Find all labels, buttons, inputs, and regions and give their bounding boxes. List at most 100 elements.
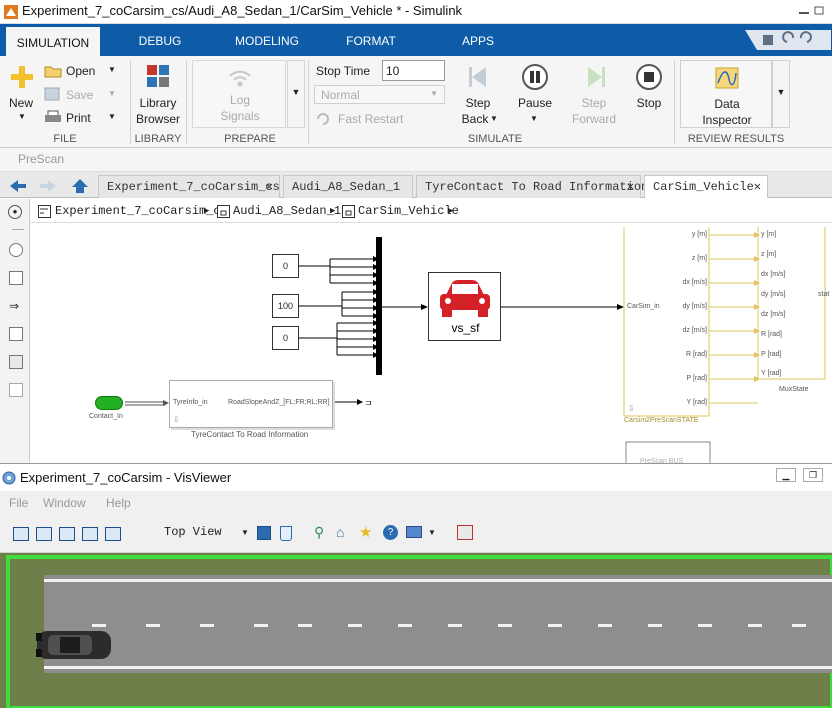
zoom-icon[interactable] [9,243,23,257]
save-icon[interactable] [257,526,271,540]
view-select[interactable]: Top View [164,525,222,539]
mux-state-label: MuxState [779,386,809,393]
delete-icon[interactable] [280,526,292,541]
file-group-label: FILE [53,133,77,145]
tyre-block-name: TyreContact To Road Information [191,430,309,439]
hide-browser-icon[interactable]: ● [8,205,22,219]
menu-file[interactable]: File [9,496,28,510]
visviewer-toolbar: Top View ▼ ⚲ ⌂ ★ ? ▼ [0,515,832,553]
breadcrumb-item[interactable]: CarSim_Vehicle [358,204,459,218]
subsystem-icon [217,205,230,218]
log-signals-line1: Log [229,93,251,107]
breadcrumb: Experiment_7_coCarsim_cs ▶ Audi_A8_Sedan… [30,199,832,223]
library-browser-line2[interactable]: Browser [133,112,183,126]
library-browser-icon[interactable] [146,64,170,88]
vs-sf-block[interactable]: vs_sf [428,272,501,341]
review-dropdown-icon[interactable]: ▼ [772,60,790,128]
tyre-contact-block[interactable]: TyreInfo_in RoadSlopeAndZ_[FL;FR;RL;RR] … [169,380,333,428]
data-inspector-button[interactable]: Data Inspector [680,60,772,128]
close-icon[interactable]: ✕ [266,176,273,198]
arrow-right-icon[interactable]: ⇒ [9,299,19,313]
quick-access-icons[interactable] [745,30,831,50]
help-icon[interactable]: ? [383,525,398,540]
maximize-icon[interactable]: ❐ [803,468,823,482]
sfun-label: vs_sf [451,321,480,335]
step-forward-line1: Step [581,96,607,110]
step-forward-icon [588,67,605,87]
prescan-label[interactable]: PreScan [18,152,64,166]
single-view-icon[interactable] [13,527,29,541]
area-icon[interactable] [9,383,23,397]
close-icon[interactable]: ✕ [754,176,761,198]
constant-block[interactable]: 0 [272,326,299,350]
save-icon [44,87,60,101]
model-canvas[interactable]: 0 100 0 vs_sf CarSim_in y [m] z [m] dx [… [31,224,832,465]
breadcrumb-item[interactable]: Audi_A8_Sedan_1 [233,204,341,218]
split-vertical-icon[interactable] [36,527,52,541]
split-four-icon[interactable] [105,527,121,541]
image-icon[interactable] [9,355,23,369]
mux-block[interactable] [376,237,382,375]
new-dropdown-icon[interactable]: ▼ [18,112,26,121]
print-dropdown-icon[interactable]: ▼ [108,112,116,121]
doc-tab-carsim-vehicle[interactable]: CarSim_Vehicle ✕ [644,175,768,198]
pause-dropdown-icon[interactable]: ▼ [530,114,538,123]
pause-button-label[interactable]: Pause [513,96,557,110]
open-folder-icon[interactable] [44,64,62,78]
new-icon[interactable] [10,64,34,90]
close-icon[interactable]: ✕ [627,176,634,198]
menu-help[interactable]: Help [106,496,131,510]
separator [130,60,131,144]
prepare-dropdown-icon[interactable]: ▼ [287,60,305,128]
library-group-label: LIBRARY [134,133,182,145]
stop-icon[interactable] [636,64,662,90]
chevron-down-icon[interactable]: ▼ [241,528,249,537]
visviewer-3d-scene[interactable] [0,553,832,708]
print-icon[interactable] [44,110,62,124]
menu-window[interactable]: Window [43,496,86,510]
star-icon[interactable]: ★ [359,523,372,541]
contact-in-port[interactable] [95,396,123,410]
open-button[interactable]: Open [66,64,95,78]
chevron-down-icon[interactable]: ▼ [428,528,436,537]
carsim-out-port: P [rad] [686,375,708,382]
monitor-icon[interactable] [406,526,422,538]
step-back-dropdown-icon[interactable]: ▼ [490,114,498,123]
stop-button-label[interactable]: Stop [627,96,671,110]
doc-tab-tyrecontact[interactable]: TyreContact To Road Information ✕ [416,175,648,198]
step-back-icon[interactable] [466,64,492,90]
fit-to-view-icon[interactable] [9,271,23,285]
annotation-icon[interactable] [9,327,23,341]
print-button[interactable]: Print [66,111,91,125]
home-icon[interactable]: ⌂ [336,524,344,540]
constant-block[interactable]: 100 [272,294,299,318]
carsim-out-port: y [m] [691,231,707,238]
save-dropdown-icon: ▼ [108,89,116,98]
record-icon[interactable] [457,525,473,540]
new-button-label[interactable]: New [9,96,33,110]
mux-in-port: z [m] [761,251,777,258]
pin-icon[interactable]: ⚲ [314,524,324,541]
mux-in-port: R [rad] [761,331,783,338]
doc-tab-experiment[interactable]: Experiment_7_coCarsim_cs ✕ [98,175,280,198]
doc-tab-audi[interactable]: Audi_A8_Sedan_1 [283,175,413,198]
step-back-line1[interactable]: Step [456,96,500,110]
pause-icon[interactable] [522,64,548,90]
minimize-icon[interactable] [795,4,827,18]
back-arrow-icon[interactable] [10,180,26,192]
split-three-icon[interactable] [82,527,98,541]
split-horizontal-icon[interactable] [59,527,75,541]
tab-debug[interactable]: DEBUG [126,27,194,56]
constant-block[interactable]: 0 [272,254,299,278]
tab-format[interactable]: FORMAT [336,27,406,56]
tab-simulation[interactable]: SIMULATION [6,27,100,56]
open-dropdown-icon[interactable]: ▼ [108,65,116,74]
breadcrumb-item[interactable]: Experiment_7_coCarsim_cs [55,204,228,218]
library-browser-line1[interactable]: Library [133,96,183,110]
minimize-icon[interactable]: ▁ [776,468,796,482]
tab-modeling[interactable]: MODELING [222,27,312,56]
stop-time-input[interactable]: 10 [382,60,445,81]
tab-apps[interactable]: APPS [448,27,508,56]
up-arrow-icon[interactable] [72,179,88,193]
signal-lines [125,227,826,463]
